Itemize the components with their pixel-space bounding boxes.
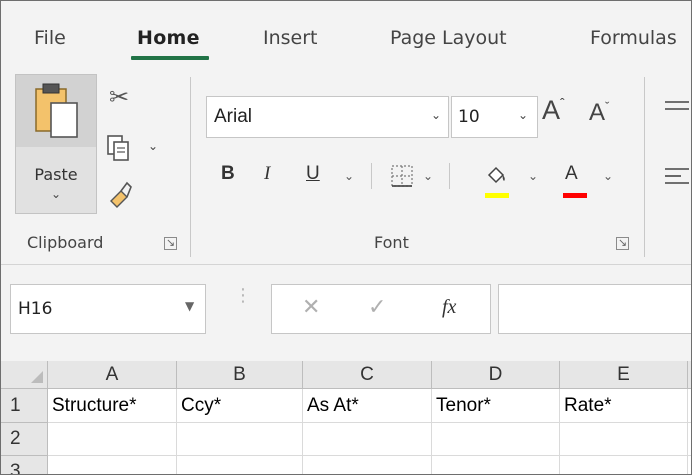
cell-c1[interactable]: As At*: [303, 389, 432, 423]
tab-page-layout[interactable]: Page Layout: [390, 27, 507, 49]
font-color-dropdown-icon[interactable]: ⌄: [603, 169, 613, 183]
cell-b3[interactable]: [177, 456, 303, 474]
insert-function-icon[interactable]: fx: [442, 296, 456, 319]
font-color-swatch: [563, 193, 587, 198]
column-header-b[interactable]: B: [177, 361, 303, 389]
font-size-value: 10: [458, 107, 480, 127]
paste-button[interactable]: Paste ⌄: [15, 74, 97, 214]
borders-dropdown-icon[interactable]: ⌄: [423, 169, 433, 183]
select-all-icon: [31, 371, 43, 383]
underline-dropdown-icon[interactable]: ⌄: [344, 169, 354, 183]
font-size-combobox[interactable]: 10 ⌄: [451, 96, 538, 138]
row-header-3[interactable]: 3: [1, 456, 48, 474]
cut-icon[interactable]: ✂: [109, 83, 129, 111]
font-dialog-launcher-icon[interactable]: ↘: [616, 237, 629, 250]
row-header-1[interactable]: 1: [1, 389, 48, 423]
clipboard-dialog-launcher-icon[interactable]: ↘: [164, 237, 177, 250]
cell-f1[interactable]: [688, 389, 691, 423]
enter-icon[interactable]: ✓: [368, 295, 386, 320]
cell-d3[interactable]: [432, 456, 560, 474]
bold-button[interactable]: B: [221, 163, 235, 185]
row-header-2[interactable]: 2: [1, 423, 48, 456]
cell-a3[interactable]: [48, 456, 177, 474]
name-box-dropdown-icon[interactable]: ▼: [185, 299, 194, 313]
font-name-dropdown-icon[interactable]: ⌄: [431, 108, 441, 122]
column-header-d[interactable]: D: [432, 361, 560, 389]
excel-window: File Home Insert Page Layout Formulas Pa…: [0, 0, 692, 475]
tab-file[interactable]: File: [34, 27, 66, 49]
formula-input[interactable]: [498, 284, 691, 334]
cell-c3[interactable]: [303, 456, 432, 474]
ribbon-tabs: File Home Insert Page Layout Formulas: [1, 1, 691, 67]
tab-formulas[interactable]: Formulas: [590, 27, 677, 49]
column-header-c[interactable]: C: [303, 361, 432, 389]
formula-bar-grip-icon[interactable]: ⋮: [234, 287, 252, 305]
fill-color-icon[interactable]: [484, 163, 510, 189]
column-header-a[interactable]: A: [48, 361, 177, 389]
decrease-font-size-icon[interactable]: Aˇ: [589, 99, 609, 127]
cell-c2[interactable]: [303, 423, 432, 456]
cell-a1[interactable]: Structure*: [48, 389, 177, 423]
group-separator: [644, 77, 645, 257]
borders-icon[interactable]: [390, 164, 414, 188]
cell-e3[interactable]: [560, 456, 688, 474]
fill-color-dropdown-icon[interactable]: ⌄: [528, 169, 538, 183]
cell-e1[interactable]: Rate*: [560, 389, 688, 423]
cell-b1[interactable]: Ccy*: [177, 389, 303, 423]
font-name-value: Arial: [214, 106, 253, 127]
formula-buttons: ✕ ✓ fx: [271, 284, 491, 334]
name-box[interactable]: H16 ▼: [10, 284, 206, 334]
worksheet-grid: A B C D E 1 Structure* Ccy* As At* Tenor…: [1, 361, 691, 474]
cell-a2[interactable]: [48, 423, 177, 456]
paste-icon: [35, 83, 78, 138]
column-header-e[interactable]: E: [560, 361, 688, 389]
cell-d1[interactable]: Tenor*: [432, 389, 560, 423]
font-group-label: Font: [374, 233, 409, 252]
paste-icon-area[interactable]: [16, 75, 96, 147]
name-box-value: H16: [18, 299, 53, 319]
underline-button[interactable]: U: [306, 163, 320, 185]
paste-label: Paste: [34, 165, 78, 184]
format-painter-icon[interactable]: [105, 179, 133, 209]
font-size-dropdown-icon[interactable]: ⌄: [518, 108, 528, 122]
select-all-corner[interactable]: [1, 361, 48, 389]
fill-color-swatch: [485, 193, 509, 198]
font-color-button[interactable]: A: [565, 163, 578, 185]
italic-button[interactable]: I: [264, 163, 270, 185]
copy-icon[interactable]: [105, 133, 133, 163]
increase-font-size-icon[interactable]: Aˆ: [542, 95, 565, 126]
group-separator: [190, 77, 191, 257]
copy-dropdown-icon[interactable]: ⌄: [148, 139, 158, 153]
ribbon: Paste ⌄ ✂ ⌄ Clipboard ↘ Arial ⌄ 10 ⌄ Aˆ …: [1, 67, 691, 265]
align-top-icon[interactable]: [663, 98, 689, 120]
cell-e2[interactable]: [560, 423, 688, 456]
paste-dropdown-icon[interactable]: ⌄: [16, 187, 96, 201]
cell-b2[interactable]: [177, 423, 303, 456]
cancel-icon[interactable]: ✕: [302, 295, 320, 320]
clipboard-group-label: Clipboard: [27, 233, 104, 252]
tab-insert[interactable]: Insert: [263, 27, 318, 49]
active-tab-indicator: [131, 56, 209, 60]
cell-f2[interactable]: [688, 423, 691, 456]
cell-d2[interactable]: [432, 423, 560, 456]
column-header-f[interactable]: [688, 361, 691, 389]
format-separator: [371, 163, 372, 189]
font-name-combobox[interactable]: Arial ⌄: [206, 96, 449, 138]
align-left-icon[interactable]: [663, 165, 689, 189]
tab-home[interactable]: Home: [137, 27, 200, 49]
format-separator: [449, 163, 450, 189]
